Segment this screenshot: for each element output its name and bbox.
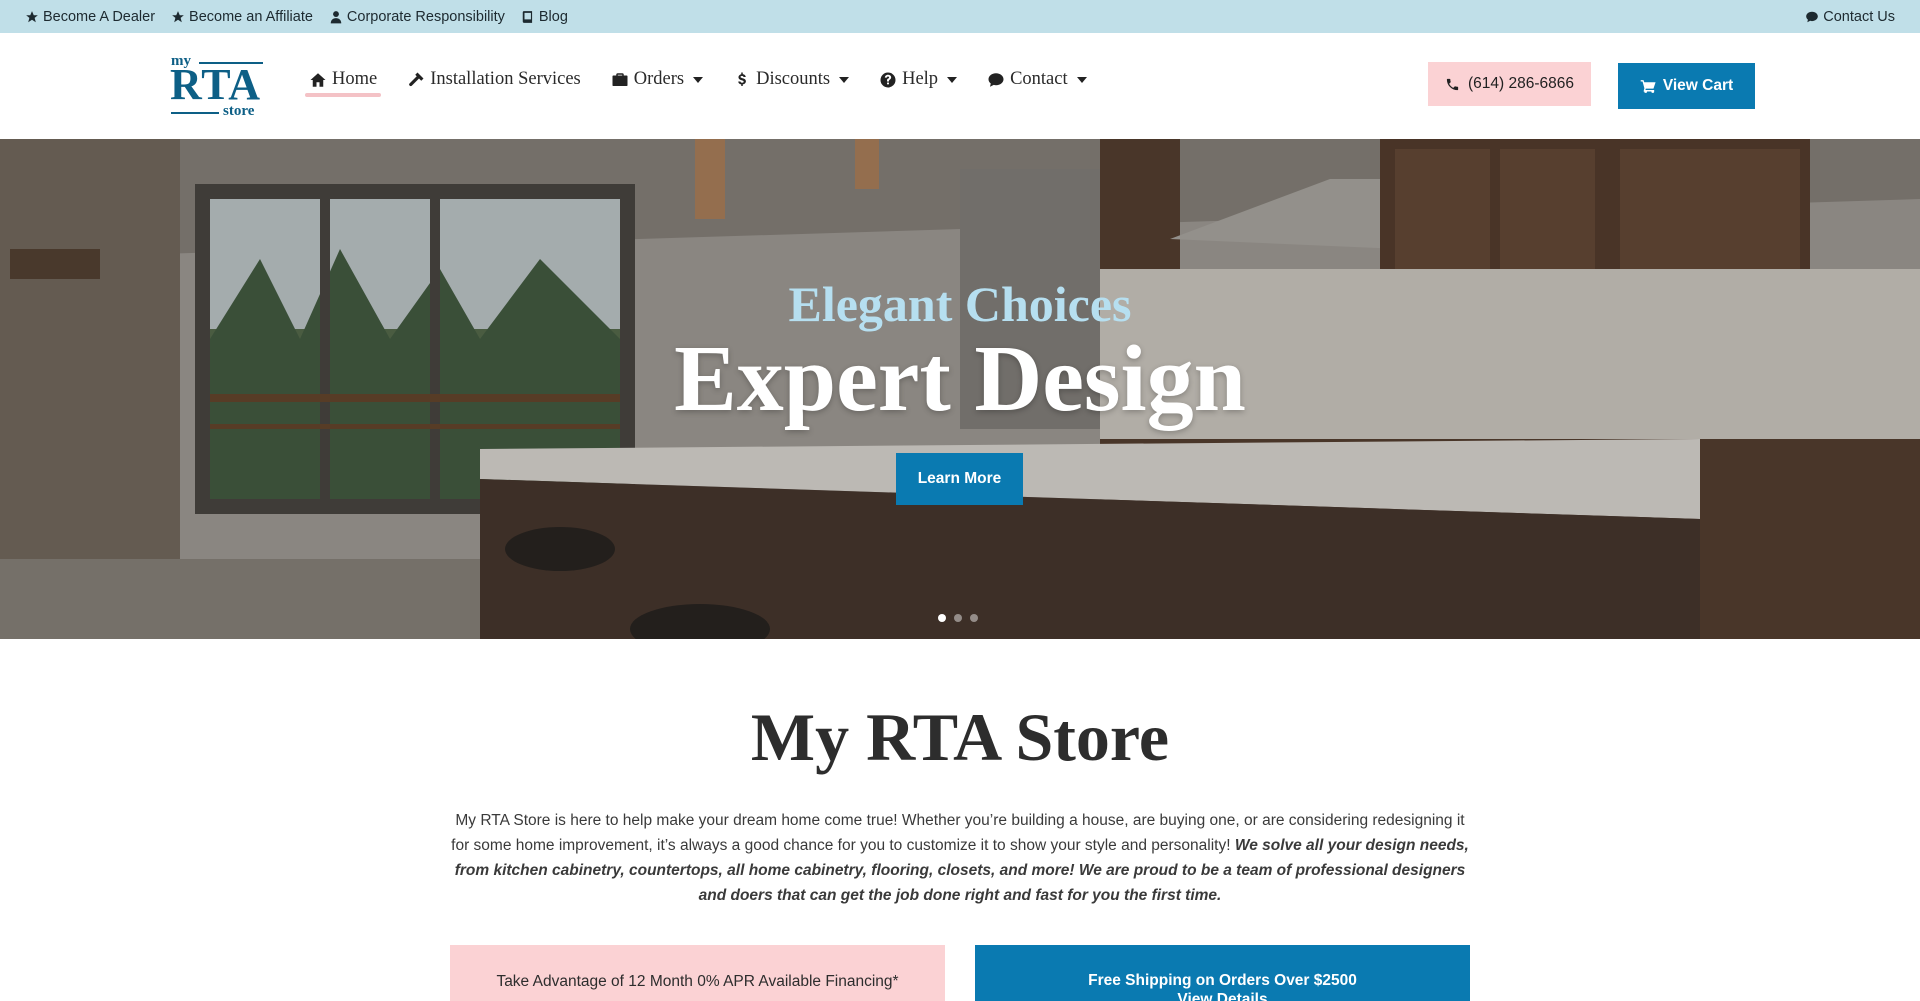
slider-dot-2[interactable] xyxy=(954,614,962,622)
chat-icon xyxy=(988,72,1004,87)
chevron-down-icon xyxy=(839,76,850,83)
free-shipping-promo[interactable]: Free Shipping on Orders Over $2500 View … xyxy=(975,945,1470,1001)
page-title: My RTA Store xyxy=(750,699,1170,775)
nav-help[interactable]: Help xyxy=(875,67,961,96)
learn-more-button[interactable]: Learn More xyxy=(896,453,1023,505)
financing-promo-text: Take Advantage of 12 Month 0% APR Availa… xyxy=(496,973,899,990)
home-icon xyxy=(310,72,326,87)
briefcase-icon xyxy=(612,72,628,86)
nav-orders[interactable]: Orders xyxy=(607,67,707,96)
nav-home[interactable]: Home xyxy=(305,67,382,97)
slider-dots xyxy=(938,614,978,622)
chevron-down-icon xyxy=(693,76,704,83)
site-header: my RTA store Home Installation Services … xyxy=(0,33,1920,139)
chat-icon xyxy=(1806,11,1819,22)
become-affiliate-link[interactable]: Become an Affiliate xyxy=(171,9,313,25)
financing-promo[interactable]: Take Advantage of 12 Month 0% APR Availa… xyxy=(450,945,945,1001)
slider-dot-3[interactable] xyxy=(970,614,978,622)
nav-installation-services[interactable]: Installation Services xyxy=(403,67,585,96)
intro-text: My RTA Store is here to help make your d… xyxy=(448,808,1472,908)
cart-icon xyxy=(1640,79,1656,93)
view-details-link[interactable]: View Details xyxy=(975,990,1470,1001)
top-utility-bar: Become A Dealer Become an Affiliate Corp… xyxy=(0,0,1920,33)
question-circle-icon xyxy=(880,72,896,87)
book-icon xyxy=(522,10,532,23)
hammer-icon xyxy=(409,72,424,86)
chevron-down-icon xyxy=(1076,76,1087,83)
logo-store: store xyxy=(223,103,255,119)
logo-rule-bottom xyxy=(171,112,219,114)
blog-link[interactable]: Blog xyxy=(521,9,568,25)
top-links: Become A Dealer Become an Affiliate Corp… xyxy=(25,9,568,25)
corporate-responsibility-link[interactable]: Corporate Responsibility xyxy=(329,9,505,25)
star-icon xyxy=(172,10,184,22)
nav-discounts[interactable]: Discounts xyxy=(729,67,853,96)
phone-icon xyxy=(1446,78,1459,90)
contact-us-link[interactable]: Contact Us xyxy=(1805,9,1895,25)
site-logo[interactable]: my RTA store xyxy=(170,53,266,121)
view-cart-button[interactable]: View Cart xyxy=(1618,63,1755,109)
user-icon xyxy=(330,10,342,23)
dollar-icon xyxy=(738,72,746,86)
chevron-down-icon xyxy=(947,76,958,83)
slider-dot-1[interactable] xyxy=(938,614,946,622)
phone-button[interactable]: (614) 286-6866 xyxy=(1428,62,1591,106)
nav-contact[interactable]: Contact xyxy=(983,67,1091,96)
hero-slider: Elegant Choices Expert Design Learn More xyxy=(0,139,1920,639)
main-nav: Home Installation Services Orders Discou… xyxy=(305,67,1113,97)
become-dealer-link[interactable]: Become A Dealer xyxy=(25,9,155,25)
free-shipping-text: Free Shipping on Orders Over $2500 xyxy=(1088,972,1357,989)
hero-title: Expert Design xyxy=(674,327,1246,431)
star-icon xyxy=(26,10,38,22)
